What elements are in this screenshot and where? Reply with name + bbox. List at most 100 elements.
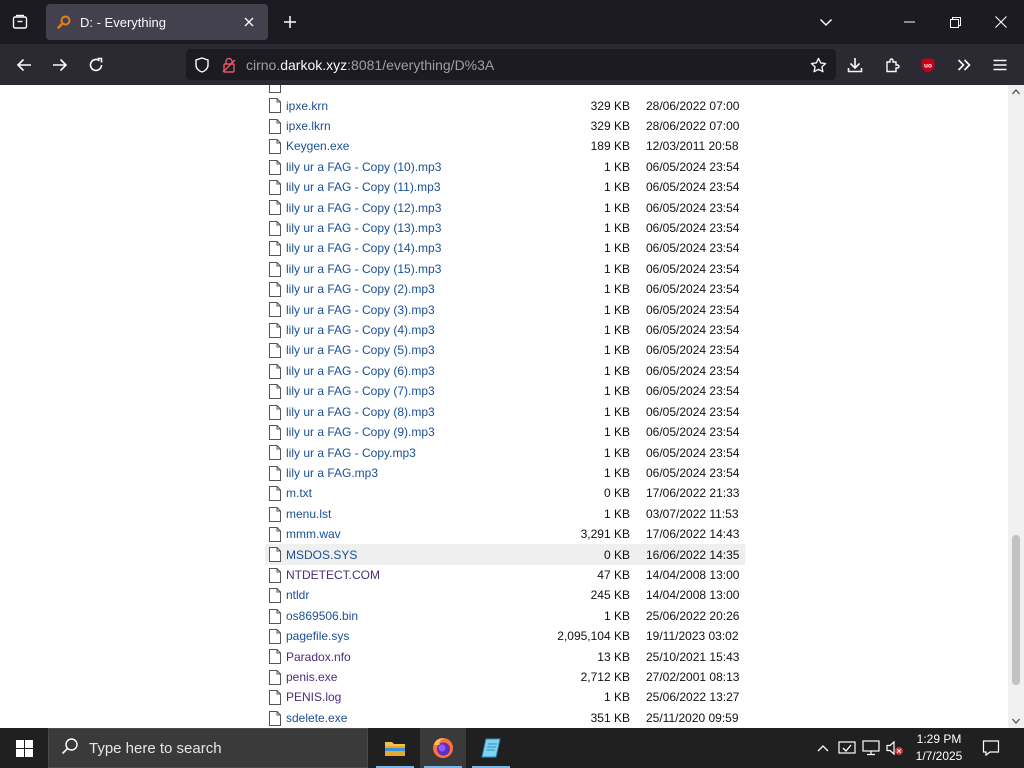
file-name-link[interactable]: PENIS.log <box>286 690 341 704</box>
file-size: 1 KB <box>603 404 630 419</box>
security-icon[interactable] <box>838 739 856 757</box>
file-modified-date: 06/05/2024 23:54 <box>646 200 740 215</box>
file-name-link[interactable]: sdelete.exe <box>286 711 347 725</box>
file-name-link[interactable]: lily ur a FAG - Copy (7).mp3 <box>286 384 435 398</box>
file-icon <box>269 669 281 685</box>
file-name-link[interactable]: Paradox.nfo <box>286 650 351 664</box>
file-name-link[interactable]: lily ur a FAG.mp3 <box>286 466 378 480</box>
file-size: 1 KB <box>603 261 630 276</box>
url-bar[interactable]: cirno.darkok.xyz:8081/everything/D%3A <box>186 49 836 80</box>
tab-active[interactable]: D: - Everything <box>46 4 268 40</box>
system-clock[interactable]: 1:29 PM 1/7/2025 <box>906 731 972 765</box>
file-name-link[interactable]: m.txt <box>286 486 312 500</box>
file-name-link[interactable]: lily ur a FAG - Copy (5).mp3 <box>286 343 435 357</box>
new-tab-icon[interactable] <box>278 8 302 36</box>
scroll-up-icon[interactable] <box>1012 88 1020 96</box>
forward-icon[interactable] <box>45 50 75 80</box>
file-icon <box>269 547 281 563</box>
file-name-link[interactable]: lily ur a FAG - Copy (9).mp3 <box>286 425 435 439</box>
file-name-link[interactable]: lily ur a FAG - Copy (12).mp3 <box>286 201 441 215</box>
file-explorer-icon[interactable] <box>372 728 418 768</box>
file-name-link[interactable]: pagefile.sys <box>286 629 349 643</box>
file-icon <box>269 98 281 114</box>
file-name-link[interactable]: lily ur a FAG - Copy.mp3 <box>286 446 416 460</box>
file-size: 351 KB <box>590 710 630 725</box>
overflow-icon[interactable] <box>949 50 979 80</box>
file-size: 2,095,104 KB <box>557 629 630 644</box>
file-modified-date: 28/06/2022 07:00 <box>646 119 740 134</box>
file-size: 1 KB <box>603 384 630 399</box>
maximize-icon[interactable] <box>932 0 978 44</box>
page-content: ipxe.krn 329 KB 28/06/2022 07:00 ipxe.lkrn 3… <box>0 85 1008 728</box>
search-placeholder: Type here to search <box>89 739 222 757</box>
shield-icon[interactable] <box>193 56 211 74</box>
show-hidden-icons-chevron[interactable] <box>814 739 832 757</box>
lock-icon[interactable] <box>220 56 238 74</box>
file-icon <box>269 282 281 298</box>
file-size: 1 KB <box>603 159 630 174</box>
file-modified-date: 06/05/2024 23:54 <box>646 323 740 338</box>
file-icon <box>269 526 281 542</box>
file-row: sdelete.exe 351 KB 25/11/2020 09:59 <box>265 708 745 728</box>
scroll-down-icon[interactable] <box>1012 717 1020 725</box>
file-name-link[interactable]: ntldr <box>286 588 309 602</box>
file-icon <box>269 159 281 175</box>
extensions-icon[interactable] <box>877 50 907 80</box>
file-name-link[interactable]: lily ur a FAG - Copy (11).mp3 <box>286 180 441 194</box>
file-name-link[interactable]: lily ur a FAG - Copy (14).mp3 <box>286 241 441 255</box>
close-tab-icon[interactable] <box>240 13 258 31</box>
file-name-link[interactable]: lily ur a FAG - Copy (4).mp3 <box>286 323 435 337</box>
notepad-icon[interactable] <box>468 728 514 768</box>
file-size: 0 KB <box>603 486 630 501</box>
file-row: lily ur a FAG - Copy.mp3 1 KB 06/05/2024 2… <box>265 442 745 462</box>
file-name-link[interactable]: lily ur a FAG - Copy (3).mp3 <box>286 303 435 317</box>
file-modified-date: 06/05/2024 23:54 <box>646 384 740 399</box>
file-row: lily ur a FAG - Copy (11).mp3 1 KB 06/05/2… <box>265 177 745 197</box>
file-icon <box>269 241 281 257</box>
list-all-tabs-icon[interactable] <box>812 8 840 36</box>
ublock-icon[interactable]: uo <box>913 50 943 80</box>
url-text[interactable]: cirno.darkok.xyz:8081/everything/D%3A <box>246 57 494 73</box>
file-name-link[interactable]: lily ur a FAG - Copy (8).mp3 <box>286 405 435 419</box>
file-modified-date: 28/06/2022 07:00 <box>646 98 740 113</box>
tab-list-icon[interactable] <box>6 8 34 36</box>
file-name-link[interactable]: ipxe.krn <box>286 99 328 113</box>
file-name-link[interactable]: lily ur a FAG - Copy (13).mp3 <box>286 221 441 235</box>
file-row: penis.exe 2,712 KB 27/02/2001 08:13 <box>265 667 745 687</box>
windows-start-icon[interactable] <box>0 728 48 768</box>
file-name-link[interactable]: ipxe.lkrn <box>286 119 331 133</box>
file-name-link[interactable]: NTDETECT.COM <box>286 568 380 582</box>
download-icon[interactable] <box>840 50 870 80</box>
file-modified-date: 25/11/2020 09:59 <box>646 710 739 725</box>
file-name-link[interactable]: menu.lst <box>286 507 331 521</box>
close-window-icon[interactable] <box>978 0 1024 44</box>
file-name-link[interactable]: Keygen.exe <box>286 139 349 153</box>
bookmark-star-icon[interactable] <box>808 55 828 75</box>
file-modified-date: 06/05/2024 23:54 <box>646 343 740 358</box>
file-name-link[interactable]: MSDOS.SYS <box>286 548 357 562</box>
file-row: lily ur a FAG - Copy (5).mp3 1 KB 06/05/20… <box>265 340 745 360</box>
file-name-link[interactable]: mmm.wav <box>286 527 341 541</box>
reload-icon[interactable] <box>81 50 111 80</box>
file-row: ntldr 245 KB 14/04/2008 13:00 <box>265 585 745 605</box>
minimize-icon[interactable] <box>886 0 932 44</box>
file-row: lily ur a FAG - Copy (13).mp3 1 KB 06/05/2… <box>265 218 745 238</box>
volume-muted-icon[interactable] <box>886 739 904 757</box>
taskbar-search-box[interactable]: Type here to search <box>48 728 368 768</box>
scrollbar-thumb[interactable] <box>1012 535 1020 685</box>
file-name-link[interactable]: lily ur a FAG - Copy (10).mp3 <box>286 160 441 174</box>
file-name-link[interactable]: penis.exe <box>286 670 337 684</box>
page-scrollbar[interactable] <box>1008 85 1024 728</box>
back-icon[interactable] <box>9 50 39 80</box>
file-modified-date: 25/06/2022 13:27 <box>646 690 740 705</box>
file-row: NTDETECT.COM 47 KB 14/04/2008 13:00 <box>265 565 745 585</box>
menu-icon[interactable] <box>985 50 1015 80</box>
file-name-link[interactable]: lily ur a FAG - Copy (6).mp3 <box>286 364 435 378</box>
file-name-link[interactable]: lily ur a FAG - Copy (15).mp3 <box>286 262 441 276</box>
file-icon <box>269 608 281 624</box>
file-name-link[interactable]: lily ur a FAG - Copy (2).mp3 <box>286 282 435 296</box>
firefox-icon[interactable] <box>420 728 466 768</box>
network-icon[interactable] <box>862 739 880 757</box>
notification-icon[interactable] <box>980 737 1002 759</box>
file-name-link[interactable]: os869506.bin <box>286 609 358 623</box>
